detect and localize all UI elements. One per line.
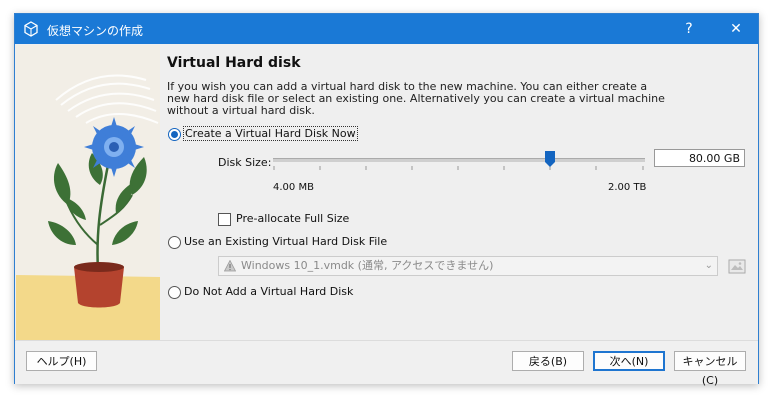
use-existing-disk-label[interactable]: Use an Existing Virtual Hard Disk File — [184, 235, 387, 248]
virtualbox-icon — [24, 21, 38, 37]
disk-size-input[interactable]: 80.00 GB — [654, 149, 745, 167]
use-existing-disk-radio[interactable] — [168, 236, 181, 249]
disk-size-slider-track[interactable] — [273, 158, 645, 162]
window-title: 仮想マシンの作成 — [47, 24, 144, 38]
existing-disk-select[interactable]: Windows 10_1.vmdk (通常, アクセスできません) ⌄ — [218, 256, 718, 276]
flower-icon — [84, 117, 144, 177]
title-bar: 仮想マシンの作成 ? ✕ — [15, 14, 758, 44]
close-button[interactable]: ✕ — [718, 14, 754, 44]
page-title: Virtual Hard disk — [167, 55, 301, 71]
slider-ticks — [273, 166, 644, 170]
next-button[interactable]: 次へ(N) — [593, 351, 665, 371]
disk-size-label: Disk Size: — [218, 156, 272, 169]
dialog-footer: ヘルプ(H) 戻る(B) 次へ(N) キャンセル(C) — [15, 340, 758, 387]
no-disk-radio[interactable] — [168, 286, 181, 299]
preallocate-label[interactable]: Pre-allocate Full Size — [236, 212, 349, 225]
disk-size-min-label: 4.00 MB — [273, 182, 314, 193]
page-content: Virtual Hard disk If you wish you can ad… — [165, 45, 757, 340]
cancel-button[interactable]: キャンセル(C) — [674, 351, 746, 387]
disk-size-slider-thumb[interactable] — [545, 151, 555, 167]
warning-icon — [224, 260, 236, 272]
existing-disk-value: Windows 10_1.vmdk (通常, アクセスできません) — [241, 259, 494, 272]
create-disk-label[interactable]: Create a Virtual Hard Disk Now — [183, 126, 358, 141]
chevron-down-icon: ⌄ — [704, 260, 713, 271]
plant-illustration — [16, 45, 160, 340]
back-button[interactable]: 戻る(B) — [512, 351, 584, 371]
help-button[interactable]: ヘルプ(H) — [26, 351, 97, 371]
help-title-button[interactable]: ? — [671, 14, 707, 44]
wizard-illustration — [16, 45, 160, 340]
create-disk-radio[interactable] — [168, 128, 181, 141]
no-disk-label[interactable]: Do Not Add a Virtual Hard Disk — [184, 285, 353, 298]
page-description: If you wish you can add a virtual hard d… — [167, 80, 665, 117]
create-vm-dialog: 仮想マシンの作成 ? ✕ Virtual Hard disk If you wi… — [14, 13, 759, 387]
disk-size-max-label: 2.00 TB — [608, 182, 647, 193]
preallocate-checkbox[interactable] — [218, 213, 231, 226]
choose-disk-file-icon[interactable] — [728, 257, 746, 275]
